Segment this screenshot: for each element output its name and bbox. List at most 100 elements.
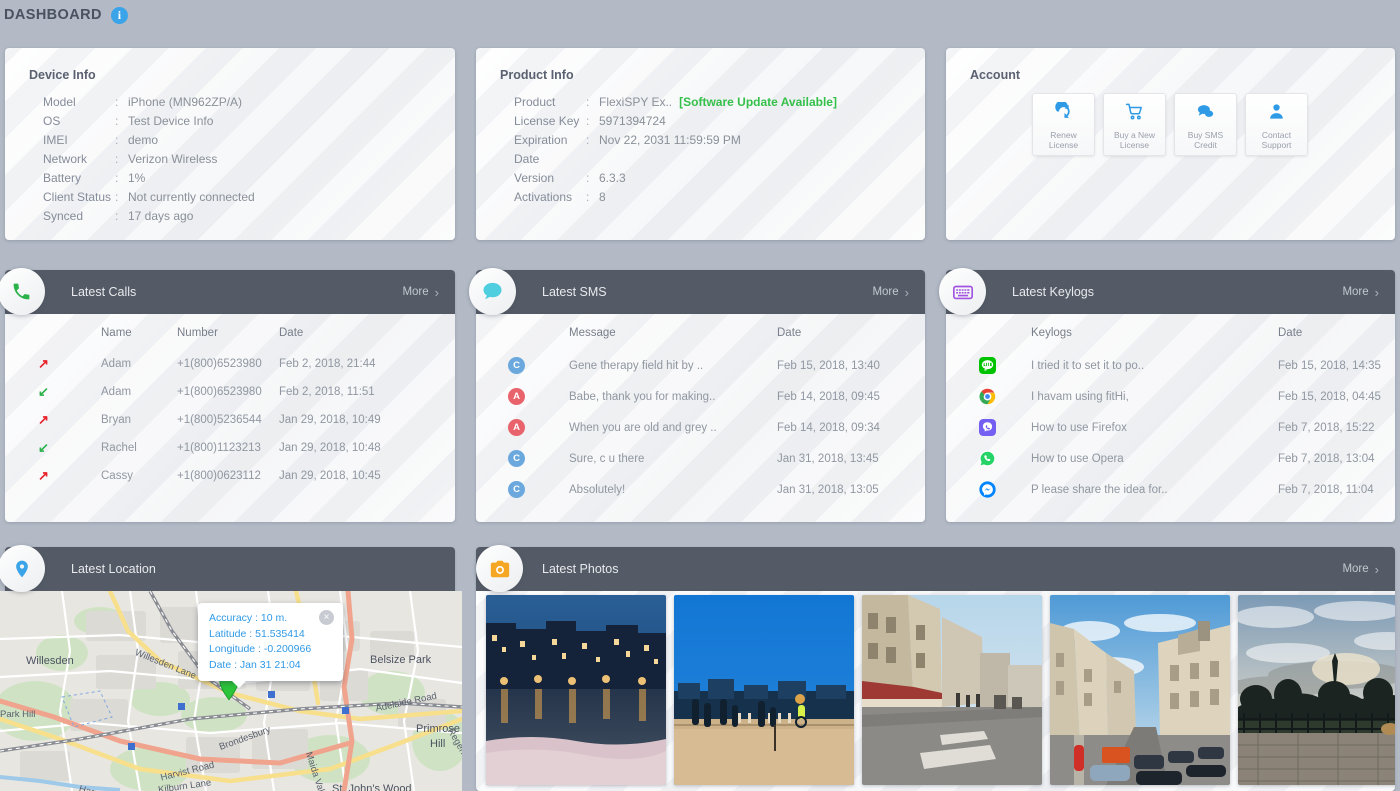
info-row: IMEI: demo (29, 131, 431, 150)
info-separator: : (115, 190, 119, 204)
column-header: Number (177, 327, 218, 339)
latest-sms-title: Latest SMS (542, 285, 607, 299)
table-row[interactable]: C Absolutely! Jan 31, 2018, 13:05 (476, 474, 925, 505)
table-row[interactable]: ↗ Bryan +1(800)5236544 Jan 29, 2018, 10:49 (5, 406, 455, 434)
photo-thumbnail[interactable] (486, 595, 666, 785)
keylog-date: Feb 7, 2018, 15:22 (1278, 421, 1375, 434)
info-label: Expiration Date (514, 133, 568, 166)
phone-icon-badge (0, 268, 45, 315)
latest-location-header: Latest Location (5, 547, 455, 591)
latest-location-title: Latest Location (71, 562, 156, 576)
location-icon-badge (0, 545, 45, 592)
photo-thumbnail[interactable] (674, 595, 854, 785)
latest-keylogs-title: Latest Keylogs (1012, 285, 1094, 299)
call-date: Jan 29, 2018, 10:48 (279, 442, 381, 454)
viber-icon (946, 412, 1031, 443)
call-number: +1(800)0623112 (177, 470, 261, 482)
renew-license-button[interactable]: Renew License (1032, 93, 1095, 156)
table-row[interactable]: A Babe, thank you for making.. Feb 14, 201… (476, 381, 925, 412)
table-row[interactable]: C Gene therapy field hit by .. Feb 15, 201… (476, 350, 925, 381)
product-info-rows: Product: FlexiSPY Ex.. [Software Update Av… (500, 93, 901, 207)
column-header: Message (569, 327, 616, 339)
map-pin-icon (15, 560, 28, 577)
info-value: Verizon Wireless (128, 152, 218, 166)
info-value: iPhone (MN962ZP/A) (128, 95, 243, 109)
more-label: More (402, 286, 429, 298)
buy-sms-credit-button[interactable]: Buy SMS Credit (1174, 93, 1237, 156)
column-header (476, 314, 569, 350)
info-separator: : (115, 171, 119, 185)
call-number: +1(800)6523980 (177, 386, 262, 398)
keylog-date: Feb 7, 2018, 11:04 (1278, 483, 1374, 496)
camera-icon (490, 560, 509, 577)
tooltip-latitude: Latitude : 51.535414 (209, 627, 305, 640)
latest-keylogs-more-link[interactable]: More › (1342, 285, 1379, 300)
table-row[interactable]: How to use Firefox Feb 7, 2018, 15:22 (946, 412, 1395, 443)
sms-message: Sure, c u there (569, 452, 645, 465)
table-row[interactable]: I havam using fitHi, Feb 15, 2018, 04:45 (946, 381, 1395, 412)
info-label: Activations (514, 190, 573, 204)
photo-thumbnail[interactable] (862, 595, 1042, 785)
speech-bubble-icon (483, 282, 502, 299)
info-value: 8 (599, 190, 606, 204)
latest-photos-title: Latest Photos (542, 562, 619, 576)
sms-date: Feb 15, 2018, 13:40 (777, 359, 880, 372)
info-row: Battery:1% (29, 169, 431, 188)
info-label: Synced (43, 209, 84, 223)
table-row[interactable]: I tried it to set it to po.. Feb 15, 2018… (946, 350, 1395, 381)
keylogs-icon-badge (939, 268, 986, 315)
table-row[interactable]: ↗ Cassy +1(800)0623112 Jan 29, 2018, 10:45 (5, 462, 455, 490)
column-header: Date (1278, 327, 1303, 339)
table-row[interactable]: How to use Opera Feb 7, 2018, 13:04 (946, 443, 1395, 474)
latest-sms-table: Message Date C Gene therapy field hit by .… (476, 314, 925, 505)
info-value: demo (128, 133, 159, 147)
table-row[interactable]: A When you are old and grey .. Feb 14, 201… (476, 412, 925, 443)
latest-calls-header-row: Name Number Date (5, 314, 455, 350)
account-title: Account (970, 68, 1020, 82)
info-row: OS: Test Device Info (29, 112, 431, 131)
tooltip-longitude: Longitude : -0.200966 (209, 643, 312, 655)
call-name: Rachel (101, 442, 137, 454)
latest-calls-rows: ↗ Adam +1(800)6523980 Feb 2, 2018, 21:44 ↙ Ad… (5, 350, 455, 490)
keyboard-icon (952, 285, 973, 299)
table-row[interactable]: ↗ Adam +1(800)6523980 Feb 2, 2018, 21:44 (5, 350, 455, 378)
info-row: Network: Verizon Wireless (29, 150, 431, 169)
latest-calls-more-link[interactable]: More › (402, 285, 439, 300)
table-row[interactable]: P lease share the idea for.. Feb 7, 2018,… (946, 474, 1395, 505)
info-value: 1% (128, 171, 146, 185)
info-label: Client Status (43, 190, 112, 204)
latest-sms-more-link[interactable]: More › (872, 285, 909, 300)
device-info-title: Device Info (29, 68, 96, 82)
call-name: Bryan (101, 414, 132, 426)
info-row: Activations:8 (500, 188, 901, 207)
outgoing-call-icon: ↗ (38, 468, 49, 483)
tooltip-accuracy: Accuracy : 10 m. (209, 612, 288, 624)
info-value: Not currently connected (128, 190, 255, 204)
chevron-right-icon: › (1374, 561, 1379, 577)
call-number: +1(800)6523980 (177, 358, 262, 370)
contact-support-button[interactable]: Contact Support (1245, 93, 1308, 156)
buy-a-new-license-button[interactable]: Buy a New License (1103, 93, 1166, 156)
chrome-icon (946, 381, 1031, 412)
outgoing-call-icon: ↗ (38, 356, 49, 371)
info-separator: : (586, 190, 590, 204)
info-row: Product: FlexiSPY Ex.. [Software Update Av… (500, 93, 901, 112)
column-header: Date (279, 327, 304, 339)
table-row[interactable]: ↙ Adam +1(800)6523980 Feb 2, 2018, 11:51 (5, 378, 455, 406)
location-tooltip: Accuracy : 10 m. Latitude : 51.535414 Lo… (198, 603, 343, 688)
sms-message: When you are old and grey .. (569, 421, 717, 434)
incoming-call-icon: ↙ (38, 384, 49, 399)
close-icon[interactable]: × (319, 610, 334, 625)
info-separator: : (586, 114, 590, 128)
photo-thumbnail[interactable] (1238, 595, 1395, 785)
refresh-icon (1054, 100, 1073, 126)
table-row[interactable]: ↙ Rachel +1(800)1123213 Jan 29, 2018, 10:48 (5, 434, 455, 462)
location-map[interactable]: Willesden Willesden Lane Park Hill Belsize … (0, 591, 462, 791)
info-value: Nov 22, 2031 11:59:59 PM (599, 133, 741, 147)
photo-thumbnail[interactable] (1050, 595, 1230, 785)
info-icon[interactable]: i (110, 6, 128, 24)
software-update-badge[interactable]: [Software Update Available] (679, 93, 837, 112)
latest-photos-more-link[interactable]: More › (1342, 562, 1379, 577)
call-date: Jan 29, 2018, 10:49 (279, 414, 381, 426)
table-row[interactable]: C Sure, c u there Jan 31, 2018, 13:45 (476, 443, 925, 474)
